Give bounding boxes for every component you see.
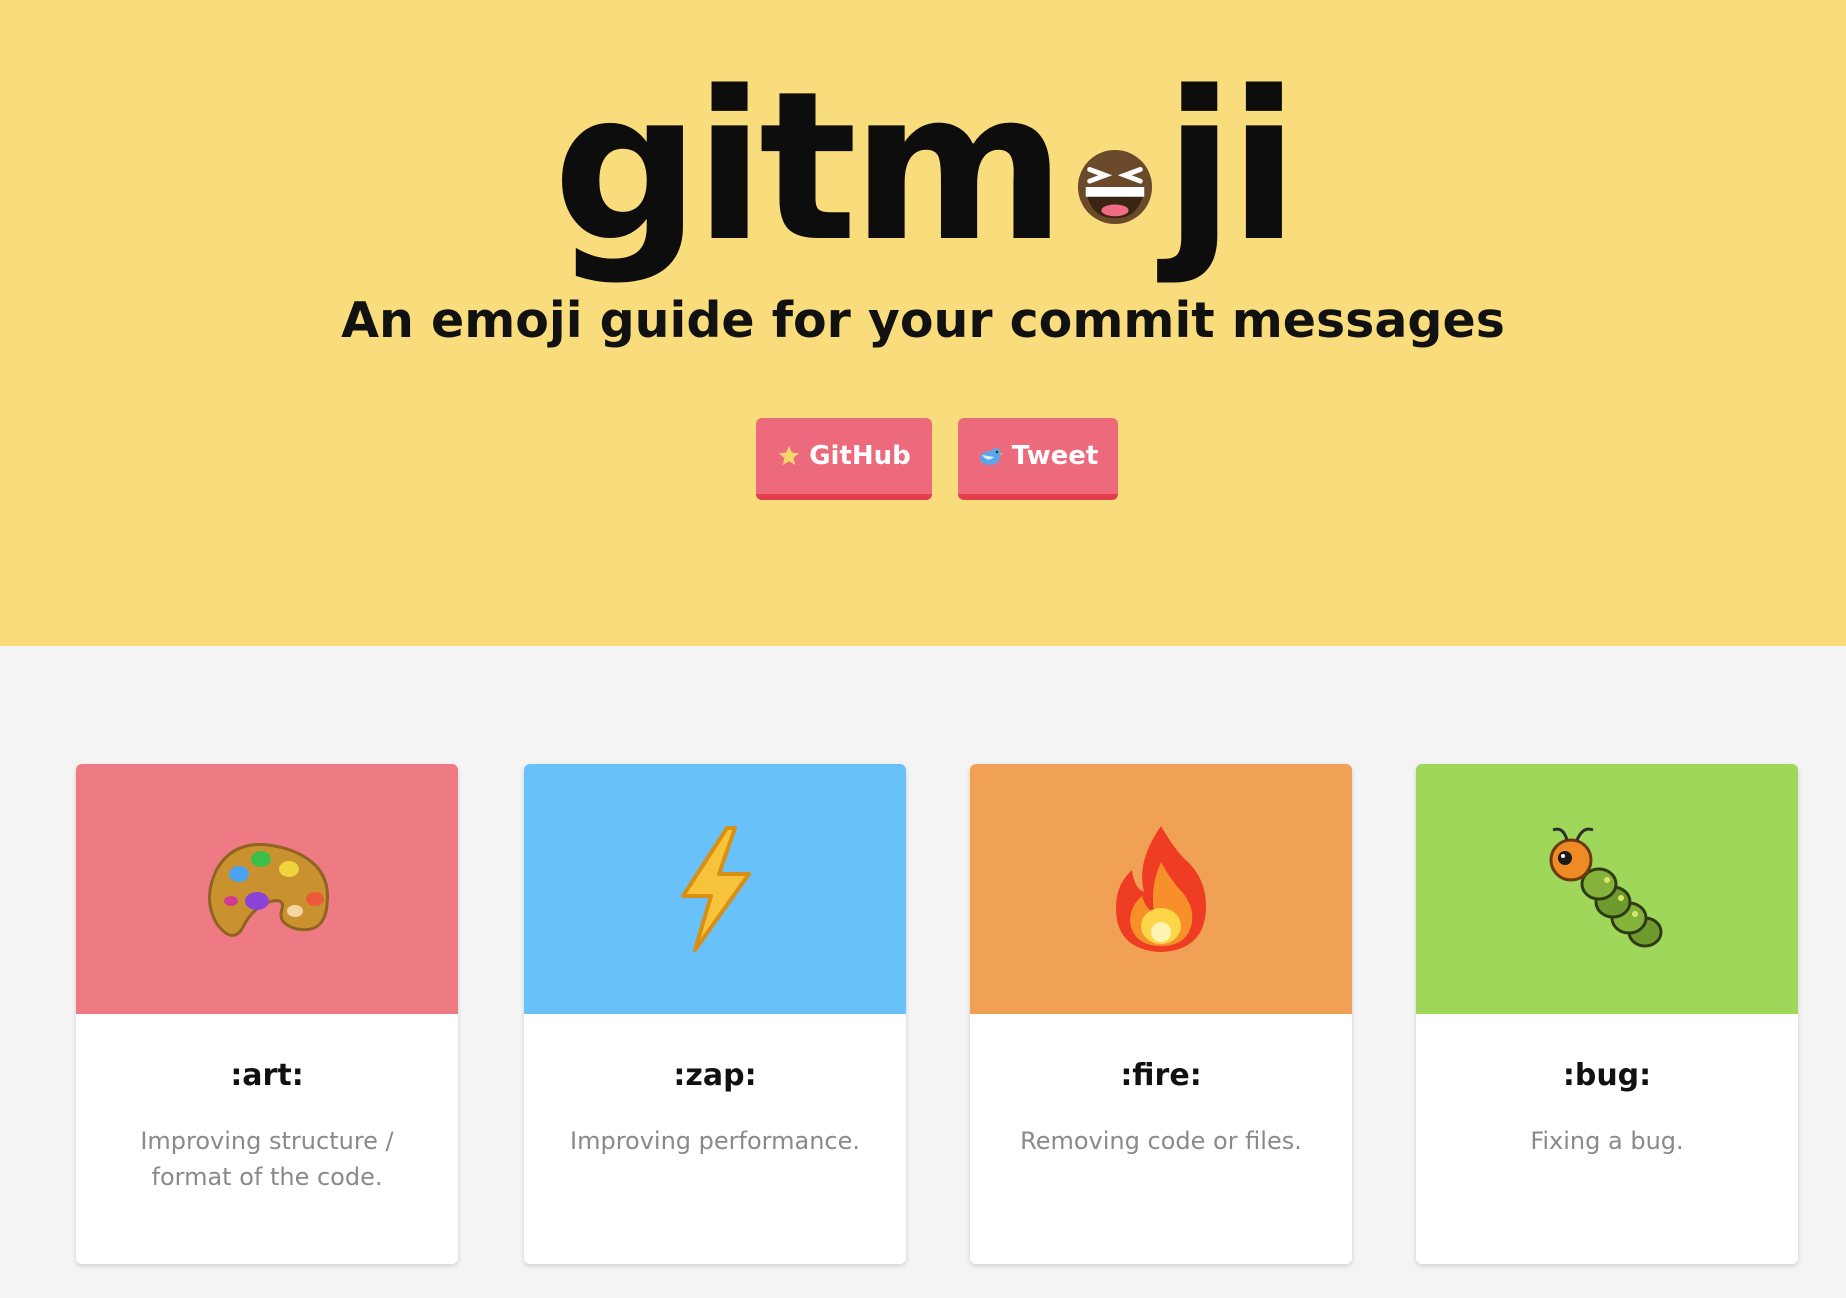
lightning-icon	[681, 826, 751, 952]
fire-icon	[1116, 826, 1206, 952]
hero-header: gitm ji An emoji guide for your commit m…	[0, 0, 1846, 646]
card-code: :fire:	[1120, 1058, 1202, 1093]
emoji-card-bug[interactable]: :bug: Fixing a bug.	[1416, 764, 1798, 1264]
bug-icon	[1549, 827, 1663, 948]
card-description: Removing code or files.	[1020, 1127, 1302, 1155]
tweet-button[interactable]: Tweet	[958, 418, 1118, 500]
card-code: :zap:	[673, 1058, 757, 1093]
card-color-block	[524, 764, 906, 1014]
card-code: :bug:	[1562, 1058, 1652, 1093]
logo-text-left: gitm	[552, 47, 1066, 287]
star-icon	[777, 444, 801, 468]
card-color-block	[970, 764, 1352, 1014]
card-description: Improving structure / format of the code…	[140, 1127, 394, 1191]
tweet-button-label: Tweet	[1011, 441, 1099, 471]
grinning-squinting-face-icon	[1077, 149, 1153, 225]
bird-icon	[978, 445, 1004, 467]
logo: gitm ji	[0, 40, 1846, 270]
card-code: :art:	[230, 1058, 304, 1093]
emoji-card-art[interactable]: :art: Improving structure / format of th…	[76, 764, 458, 1264]
card-color-block	[1416, 764, 1798, 1014]
github-button-label: GitHub	[809, 441, 911, 471]
github-button[interactable]: GitHub	[756, 418, 932, 500]
card-description: Improving performance.	[570, 1127, 860, 1155]
logo-text-right: ji	[1163, 47, 1299, 287]
palette-icon	[208, 843, 329, 937]
emoji-card-fire[interactable]: :fire: Removing code or files.	[970, 764, 1352, 1264]
card-color-block	[76, 764, 458, 1014]
card-description: Fixing a bug.	[1530, 1127, 1684, 1155]
emoji-card-zap[interactable]: :zap: Improving performance.	[524, 764, 906, 1264]
tagline: An emoji guide for your commit messages	[341, 292, 1505, 349]
